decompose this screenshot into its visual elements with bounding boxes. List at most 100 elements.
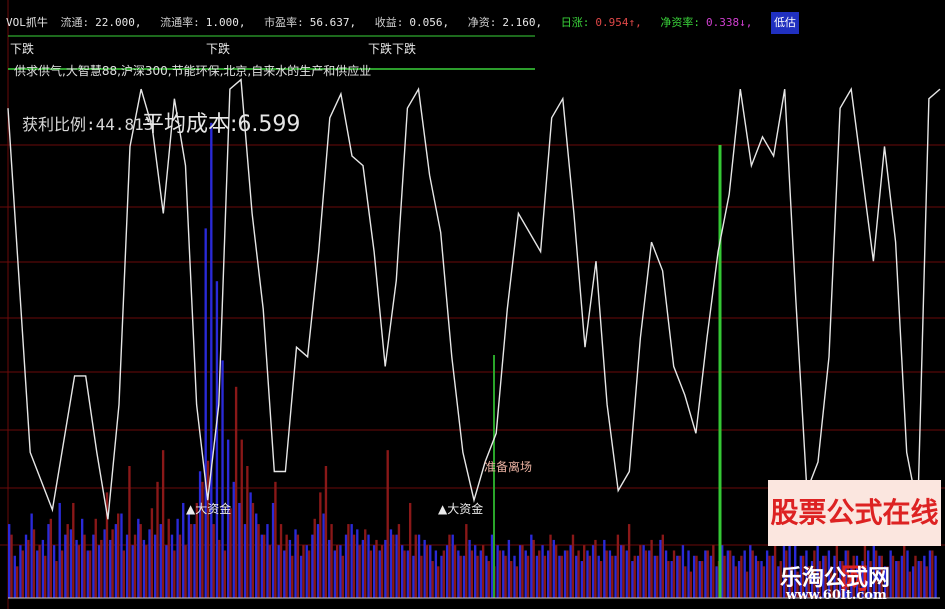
volume-bar-blue xyxy=(664,550,668,598)
volume-bar-red xyxy=(10,534,13,598)
volume-bar-blue xyxy=(58,502,61,598)
volume-bar-blue xyxy=(299,555,303,598)
volume-bar-blue xyxy=(900,555,904,598)
header-value: 1.000, xyxy=(205,16,246,29)
volume-bar-red xyxy=(740,555,743,598)
volume-bar-red xyxy=(583,545,586,598)
volume-bar-blue xyxy=(631,561,634,598)
volume-bar-blue xyxy=(294,529,297,598)
volume-bar-blue xyxy=(709,555,713,598)
volume-bar-red xyxy=(588,555,592,598)
signal-label: ▲大资金 xyxy=(438,502,484,516)
volume-bar-red xyxy=(251,502,255,598)
header-value: 0.954↑, xyxy=(595,16,642,29)
volume-bar-red xyxy=(49,518,53,598)
volume-bar-red xyxy=(324,466,328,598)
volume-bar-red xyxy=(364,529,367,598)
volume-bar-blue xyxy=(619,545,623,598)
volume-bar-blue xyxy=(210,122,213,599)
volume-bar-red xyxy=(650,539,653,598)
volume-bar-blue xyxy=(558,555,561,598)
volume-bar-blue xyxy=(726,550,730,598)
volume-bar-blue xyxy=(92,534,95,598)
volume-bar-red xyxy=(369,550,373,598)
volume-bar-red xyxy=(218,539,221,598)
volume-bar-red xyxy=(94,518,97,598)
volume-bar-blue xyxy=(440,555,443,598)
volume-bar-blue xyxy=(36,550,39,598)
volume-bar-blue xyxy=(580,561,584,598)
indicator-header: VOL抓牛 流通: 22.000, 流通率: 1.000, 市盈率: 56.637, … xyxy=(6,12,805,34)
volume-bar-blue xyxy=(8,524,11,598)
volume-bar-red xyxy=(891,555,895,598)
volume-bar-red xyxy=(88,550,92,598)
volume-bar-red xyxy=(757,561,760,598)
volume-bar-blue xyxy=(13,555,16,598)
volume-bar-red xyxy=(150,508,154,598)
volume-bar-blue xyxy=(429,545,432,598)
volume-bar-red xyxy=(487,561,490,598)
volume-bar-red xyxy=(622,545,625,598)
volume-bar-red xyxy=(729,550,732,598)
volume-bar-red xyxy=(234,386,238,598)
signal-label: ▲大资金 xyxy=(186,502,232,516)
volume-bar-red xyxy=(571,534,575,598)
volume-bar-blue xyxy=(569,545,572,598)
volume-bar-blue xyxy=(221,360,224,598)
volume-bar-red xyxy=(521,545,524,598)
volume-bar-blue xyxy=(182,502,185,598)
volume-bar-red xyxy=(380,545,384,598)
volume-bar-blue xyxy=(367,534,370,598)
volume-bar-red xyxy=(611,555,614,598)
volume-bar-red xyxy=(296,534,300,598)
volume-bar-blue xyxy=(255,513,258,598)
volume-bar-blue xyxy=(316,524,320,598)
volume-bar-blue xyxy=(563,550,567,598)
volume-bar-red xyxy=(156,481,159,598)
volume-bar-red xyxy=(437,566,440,598)
volume-bar-blue xyxy=(771,555,774,598)
volume-bar-blue xyxy=(69,529,73,598)
volume-bar-red xyxy=(515,566,519,598)
volume-bar-blue xyxy=(356,529,359,598)
volume-bar-blue xyxy=(165,545,168,598)
volume-bar-blue xyxy=(468,539,471,598)
volume-bar-blue xyxy=(928,550,932,598)
volume-bar-red xyxy=(27,539,30,598)
volume-bar-red xyxy=(903,545,906,598)
volume-bar-red xyxy=(173,550,176,598)
concept-tags: 供求供气,大智慧88,沪深300,节能环保,北京,自来水的生产和供应业 xyxy=(14,64,372,78)
volume-bar-red xyxy=(100,539,103,598)
volume-bar-red xyxy=(161,450,165,598)
volume-bar-red xyxy=(538,550,541,598)
header-label: 日涨: xyxy=(560,16,590,29)
volume-bar-blue xyxy=(277,545,280,598)
volume-bar-red xyxy=(616,534,620,598)
signal-label: 下跌 xyxy=(368,42,393,56)
header-label: 收益: xyxy=(374,16,404,29)
volume-bar-red xyxy=(139,524,142,598)
volume-bar-red xyxy=(392,534,395,598)
volume-bar-blue xyxy=(417,534,421,598)
volume-bar-red xyxy=(672,550,676,598)
volume-bar-red xyxy=(403,550,406,598)
volume-bar-red xyxy=(667,561,670,598)
series-white-line xyxy=(7,78,941,520)
header-tail-badge: 低估 xyxy=(770,12,799,34)
volume-bar-blue xyxy=(75,539,78,598)
header-value: 22.000, xyxy=(95,16,142,29)
volume-bar-red xyxy=(661,534,664,598)
volume-bar-red xyxy=(549,534,552,598)
volume-bar-blue xyxy=(176,518,179,598)
volume-bar-red xyxy=(706,550,709,598)
volume-bar-red xyxy=(268,545,271,598)
volume-bar-blue xyxy=(895,561,898,598)
volume-bar-red xyxy=(745,571,749,598)
volume-bar-blue xyxy=(737,561,741,598)
volume-bar-red xyxy=(656,555,659,598)
volume-bar-blue xyxy=(524,550,527,598)
volume-bar-red xyxy=(420,555,423,598)
volume-bar-blue xyxy=(344,534,348,598)
volume-bar-blue xyxy=(434,550,438,598)
volume-bar-blue xyxy=(648,550,651,598)
